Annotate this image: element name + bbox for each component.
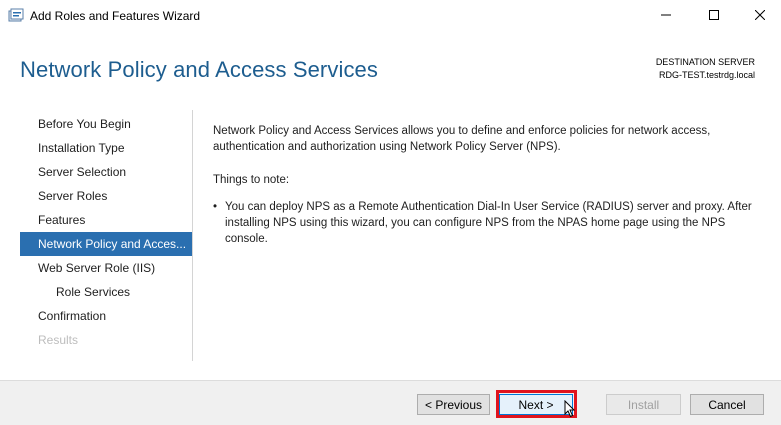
minimize-button[interactable] xyxy=(643,0,689,31)
content-pane: Network Policy and Access Services allow… xyxy=(213,123,761,247)
bullet-symbol: • xyxy=(213,201,218,213)
nav-item-web-server-role[interactable]: Web Server Role (IIS) xyxy=(20,256,192,280)
nav-item-network-policy[interactable]: Network Policy and Acces... xyxy=(20,232,192,256)
things-to-note-heading: Things to note: xyxy=(213,174,290,186)
nav-item-before-you-begin[interactable]: Before You Begin xyxy=(20,112,192,136)
wizard-navigation: Before You Begin Installation Type Serve… xyxy=(20,112,192,352)
previous-button[interactable]: < Previous xyxy=(417,394,490,415)
destination-server-label: DESTINATION SERVER xyxy=(655,57,755,67)
nav-item-role-services[interactable]: Role Services xyxy=(20,280,192,304)
cancel-button[interactable]: Cancel xyxy=(690,394,764,415)
intro-text: Network Policy and Access Services allow… xyxy=(213,125,711,153)
close-button[interactable] xyxy=(737,0,781,31)
destination-server-name: RDG-TEST.testrdg.local xyxy=(658,70,755,80)
note-bullet-text: You can deploy NPS as a Remote Authentic… xyxy=(225,201,752,245)
nav-item-server-roles[interactable]: Server Roles xyxy=(20,184,192,208)
wizard-footer: < Previous Next > Install Cancel xyxy=(0,380,781,425)
nav-item-installation-type[interactable]: Installation Type xyxy=(20,136,192,160)
nav-item-features[interactable]: Features xyxy=(20,208,192,232)
note-bullet: • You can deploy NPS as a Remote Authent… xyxy=(213,199,761,247)
server-manager-icon xyxy=(8,8,24,22)
window-title: Add Roles and Features Wizard xyxy=(30,9,201,23)
next-button[interactable]: Next > xyxy=(499,394,573,415)
nav-item-results: Results xyxy=(38,333,79,347)
nav-item-confirmation[interactable]: Confirmation xyxy=(20,304,192,328)
install-button: Install xyxy=(606,394,681,415)
title-bar: Add Roles and Features Wizard xyxy=(0,0,781,31)
nav-item-server-selection[interactable]: Server Selection xyxy=(20,160,192,184)
close-icon xyxy=(754,7,766,25)
maximize-button[interactable] xyxy=(691,0,737,31)
maximize-icon xyxy=(709,7,719,25)
mouse-pointer-icon xyxy=(564,399,576,418)
page-title: Network Policy and Access Services xyxy=(20,57,378,82)
minimize-icon xyxy=(661,7,671,25)
nav-divider xyxy=(192,110,193,361)
